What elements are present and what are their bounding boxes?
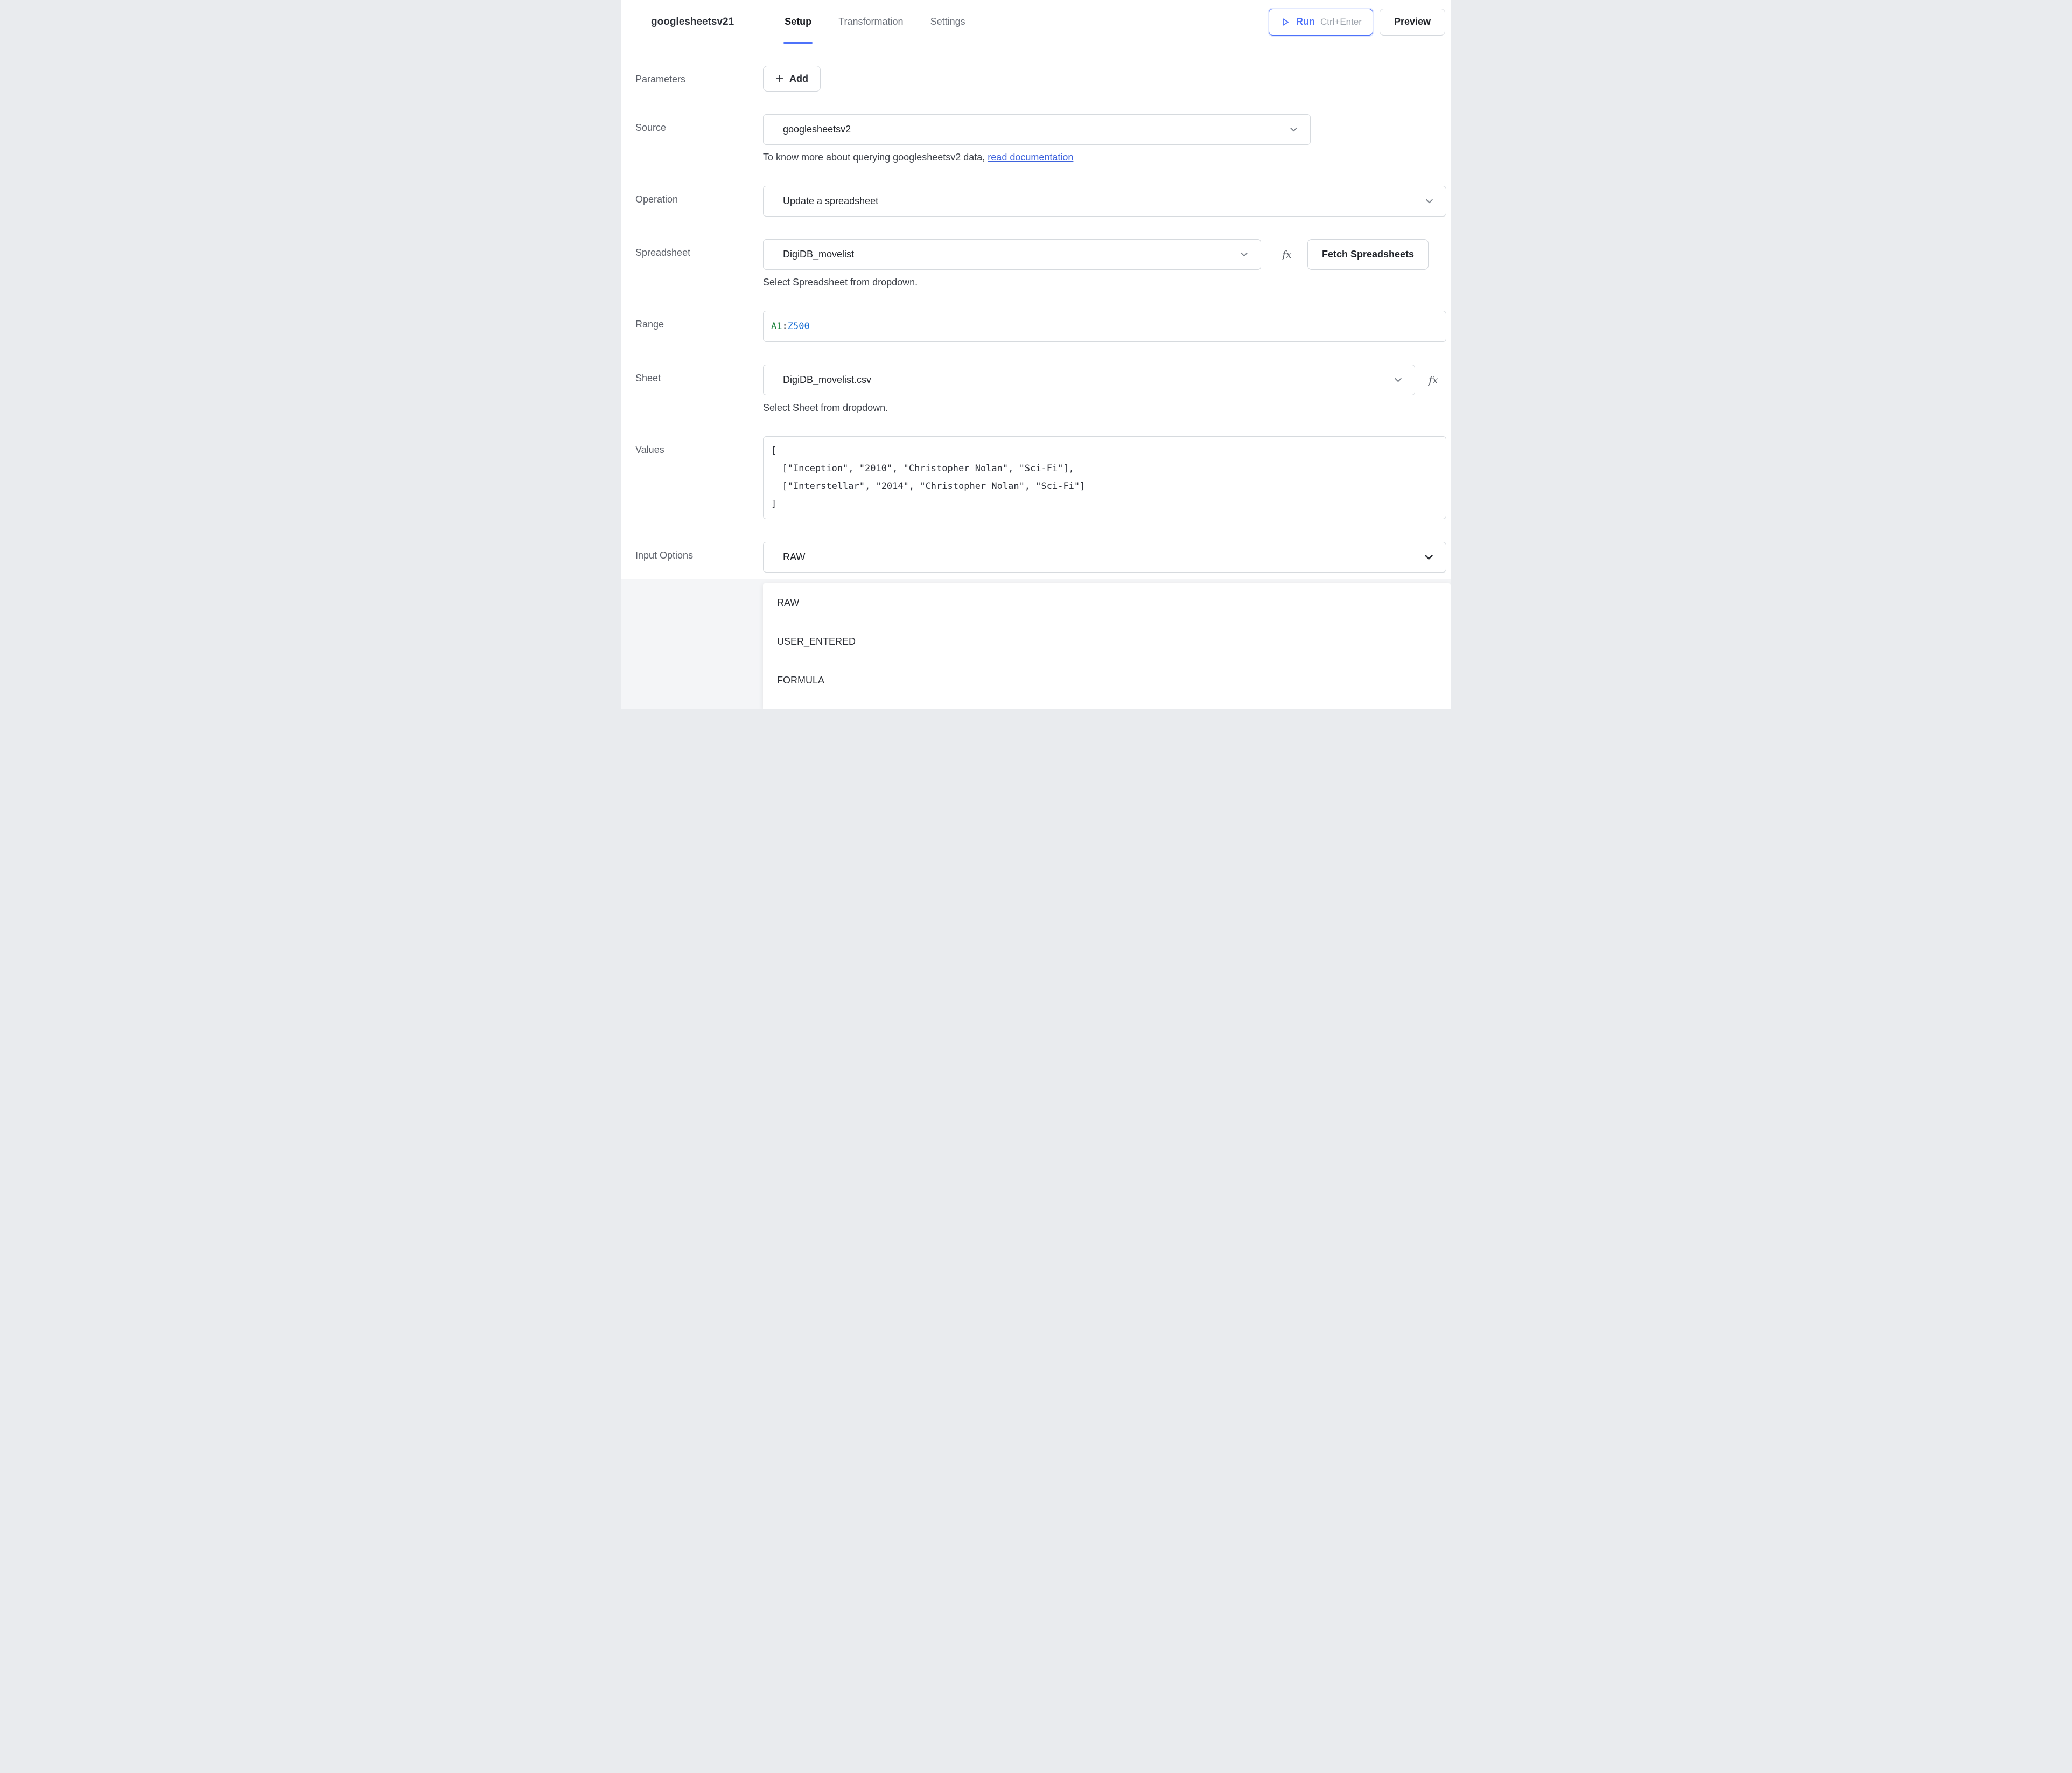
query-editor-content: googlesheetsv21 Setup Transformation Set…	[621, 0, 1451, 579]
operation-label: Operation	[635, 186, 763, 205]
sheet-select-value: DigiDB_movelist.csv	[783, 374, 1394, 386]
sheet-helper-text: Select Sheet from dropdown.	[763, 402, 1446, 414]
source-label: Source	[635, 114, 763, 134]
plus-icon	[775, 74, 784, 83]
operation-select-value: Update a spreadsheet	[783, 196, 1425, 207]
input-options-select[interactable]: RAW	[763, 542, 1446, 573]
spreadsheet-row: Spreadsheet DigiDB_movelist fx Fetch Spr…	[635, 239, 1446, 288]
spreadsheet-helper-text: Select Spreadsheet from dropdown.	[763, 277, 1446, 288]
range-value-end: Z500	[788, 321, 810, 332]
parameters-row: Parameters Add	[635, 66, 1446, 92]
tab-settings[interactable]: Settings	[929, 0, 967, 44]
query-header: googlesheetsv21 Setup Transformation Set…	[621, 0, 1451, 44]
input-options-row: Input Options RAW	[635, 542, 1446, 573]
page-below-form: RAW USER_ENTERED FORMULA	[621, 581, 1451, 709]
query-form: Parameters Add Source googlesheetsv2	[621, 44, 1451, 573]
header-actions: Run Ctrl+Enter Preview	[1269, 9, 1445, 36]
read-documentation-link[interactable]: read documentation	[988, 152, 1073, 163]
input-options-menu: RAW USER_ENTERED FORMULA	[763, 583, 1451, 709]
fx-icon[interactable]: fx	[1426, 374, 1441, 386]
add-parameter-button[interactable]: Add	[763, 66, 821, 92]
chevron-down-icon	[1394, 375, 1403, 385]
run-label: Run	[1296, 16, 1315, 27]
chevron-down-icon	[1289, 125, 1298, 134]
range-row: Range A1:Z500	[635, 311, 1446, 342]
range-value-separator: :	[782, 321, 787, 332]
sheet-select[interactable]: DigiDB_movelist.csv	[763, 365, 1415, 395]
chevron-down-icon	[1424, 552, 1434, 562]
play-icon	[1280, 17, 1291, 27]
run-button[interactable]: Run Ctrl+Enter	[1269, 9, 1373, 36]
source-row: Source googlesheetsv2 To know more about…	[635, 114, 1446, 163]
parameters-label: Parameters	[635, 66, 763, 85]
operation-select[interactable]: Update a spreadsheet	[763, 186, 1446, 217]
sheet-row: Sheet DigiDB_movelist.csv fx Select Shee…	[635, 365, 1446, 414]
input-options-select-value: RAW	[783, 552, 1424, 563]
spreadsheet-label: Spreadsheet	[635, 239, 763, 259]
sheet-label: Sheet	[635, 365, 763, 384]
input-options-label: Input Options	[635, 542, 763, 561]
source-select[interactable]: googlesheetsv2	[763, 114, 1311, 145]
source-helper-text: To know more about querying googlesheets…	[763, 152, 1446, 163]
chevron-down-icon	[1240, 250, 1249, 259]
tab-setup[interactable]: Setup	[783, 0, 813, 44]
values-editor[interactable]: [ ["Inception", "2010", "Christopher Nol…	[763, 436, 1446, 519]
spreadsheet-select[interactable]: DigiDB_movelist	[763, 239, 1261, 270]
range-label: Range	[635, 311, 763, 330]
fx-icon[interactable]: fx	[1279, 249, 1294, 261]
preview-button[interactable]: Preview	[1380, 9, 1445, 36]
add-parameter-label: Add	[789, 73, 808, 85]
menu-item-formula[interactable]: FORMULA	[763, 661, 1451, 700]
menu-item-user-entered[interactable]: USER_ENTERED	[763, 622, 1451, 661]
run-shortcut: Ctrl+Enter	[1320, 17, 1362, 27]
query-title: googlesheetsv21	[651, 16, 734, 28]
range-input[interactable]: A1:Z500	[763, 311, 1446, 342]
spreadsheet-select-value: DigiDB_movelist	[783, 249, 1240, 260]
values-row: Values [ ["Inception", "2010", "Christop…	[635, 436, 1446, 519]
values-label: Values	[635, 436, 763, 456]
tab-transformation[interactable]: Transformation	[837, 0, 904, 44]
menu-item-raw[interactable]: RAW	[763, 583, 1451, 622]
source-select-value: googlesheetsv2	[783, 124, 1289, 135]
fetch-spreadsheets-button[interactable]: Fetch Spreadsheets	[1307, 239, 1429, 270]
source-helper-prefix: To know more about querying googlesheets…	[763, 152, 985, 163]
query-editor-panel: googlesheetsv21 Setup Transformation Set…	[621, 0, 1451, 709]
tab-bar: Setup Transformation Settings	[783, 0, 966, 44]
chevron-down-icon	[1425, 197, 1434, 206]
operation-row: Operation Update a spreadsheet	[635, 186, 1446, 217]
range-value-start: A1	[771, 321, 782, 332]
